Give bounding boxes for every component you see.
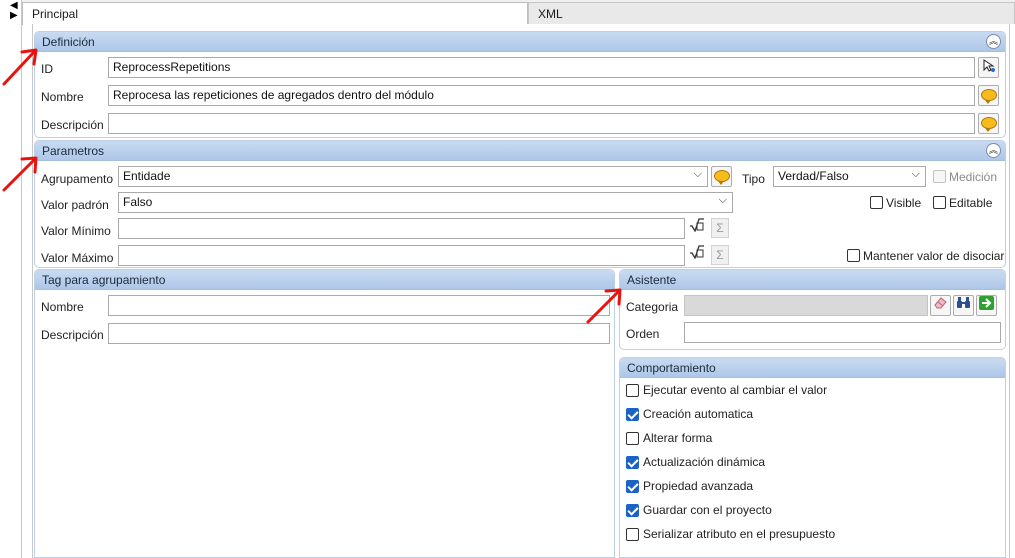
double-chevron-up-icon[interactable]: ︽ — [986, 34, 1001, 49]
guardar-proyecto-label: Guardar con el proyecto — [643, 503, 772, 517]
valor-padron-select[interactable]: Falso ⌵ — [118, 192, 733, 213]
alterar-forma-label: Alterar forma — [643, 431, 713, 445]
green-arrow-right-icon[interactable] — [976, 295, 997, 316]
square-root-icon[interactable] — [688, 245, 706, 265]
actualizacion-dinamica-checkbox[interactable] — [626, 456, 639, 469]
descripcion-label: Descripción — [41, 118, 104, 132]
comportamiento-title: Comportamiento — [627, 361, 716, 375]
tag-descripcion-field[interactable] — [108, 323, 610, 344]
comportamiento-group: Comportamiento Ejecutar evento al cambia… — [619, 357, 1006, 558]
mantener-label: Mantener valor de disociar — [863, 249, 1005, 263]
square-root-icon[interactable] — [688, 218, 706, 238]
propiedad-avanzada-checkbox[interactable] — [626, 480, 639, 493]
nombre-label: Nombre — [41, 90, 84, 104]
alterar-forma-checkbox[interactable] — [626, 432, 639, 445]
speech-bubble-icon[interactable] — [978, 85, 999, 106]
id-field[interactable]: ReprocessRepetitions — [108, 57, 975, 78]
tab-bar: Principal XML — [22, 0, 1015, 25]
creacion-automatica-checkbox[interactable] — [626, 408, 639, 421]
actualizacion-dinamica-label: Actualización dinámica — [643, 455, 766, 469]
speech-bubble-icon[interactable] — [711, 166, 732, 187]
guardar-proyecto-checkbox[interactable] — [626, 504, 639, 517]
tag-descripcion-label: Descripción — [41, 328, 104, 342]
visible-checkbox[interactable] — [870, 196, 883, 209]
editable-label: Editable — [949, 196, 993, 210]
tag-header: Tag para agrupamiento — [35, 270, 614, 290]
propiedad-avanzada-label: Propiedad avanzada — [643, 479, 754, 493]
creacion-automatica-label: Creación automatica — [643, 407, 754, 421]
main-panel: Definición ︽ ID ReprocessRepetitions Nom… — [32, 24, 1010, 558]
medicion-label: Medición — [949, 170, 998, 184]
double-chevron-up-icon[interactable]: ︽ — [986, 143, 1001, 158]
valor-minimo-field[interactable] — [118, 218, 685, 239]
ejecutar-evento-label: Ejecutar evento al cambiar el valor — [643, 383, 828, 397]
descripcion-field[interactable] — [108, 113, 975, 134]
orden-label: Orden — [626, 327, 660, 341]
sigma-icon[interactable]: Σ — [711, 245, 729, 265]
valor-padron-value: Falso — [123, 195, 153, 209]
tag-nombre-label: Nombre — [41, 300, 84, 314]
tipo-label: Tipo — [742, 172, 765, 186]
mantener-checkbox[interactable] — [847, 249, 860, 262]
parametros-header[interactable]: Parametros ︽ — [35, 141, 1005, 161]
tipo-value: Verdad/Falso — [778, 169, 849, 183]
arrow-right-icon[interactable]: ▶ — [10, 11, 18, 21]
tag-title: Tag para agrupamiento — [42, 273, 166, 287]
chevron-down-icon: ⌵ — [718, 194, 727, 206]
valor-maximo-field[interactable] — [118, 245, 685, 266]
valor-padron-label: Valor padrón — [41, 198, 109, 212]
tag-group: Tag para agrupamiento Nombre Descripción — [34, 269, 615, 558]
asistente-group: Asistente Categoria Orden — [619, 269, 1006, 350]
comportamiento-header: Comportamiento — [620, 358, 1005, 378]
speech-bubble-icon[interactable] — [978, 113, 999, 134]
parametros-group: Parametros ︽ Agrupamento Entidade ⌵ Tipo… — [34, 140, 1006, 268]
tipo-select[interactable]: Verdad/Falso ⌵ — [773, 166, 926, 187]
tab-xml[interactable]: XML — [528, 2, 1015, 24]
nombre-field[interactable]: Reprocesa las repeticiones de agregados … — [108, 85, 975, 106]
annotation-arrow — [2, 48, 38, 86]
tag-nombre-field[interactable] — [108, 295, 610, 316]
definicion-header[interactable]: Definición ︽ — [35, 32, 1005, 52]
cursor-pick-icon[interactable] — [978, 57, 999, 78]
definicion-group: Definición ︽ ID ReprocessRepetitions Nom… — [34, 31, 1006, 138]
editable-checkbox[interactable] — [933, 196, 946, 209]
annotation-arrow — [586, 288, 622, 324]
orden-field[interactable] — [684, 322, 1001, 343]
categoria-field[interactable] — [684, 295, 928, 316]
tab-principal[interactable]: Principal — [22, 2, 528, 25]
medicion-checkbox[interactable] — [933, 170, 946, 183]
sigma-icon[interactable]: Σ — [711, 218, 729, 238]
ejecutar-evento-checkbox[interactable] — [626, 384, 639, 397]
chevron-down-icon: ⌵ — [911, 168, 920, 180]
visible-label: Visible — [886, 196, 922, 210]
asistente-header: Asistente — [620, 270, 1005, 290]
binoculars-icon[interactable] — [953, 295, 974, 316]
annotation-arrow — [2, 156, 38, 192]
agrupamiento-select[interactable]: Entidade ⌵ — [118, 166, 708, 187]
valor-maximo-label: Valor Máximo — [41, 251, 114, 265]
eraser-icon[interactable] — [930, 295, 951, 316]
agrupamiento-value: Entidade — [123, 169, 171, 183]
valor-minimo-label: Valor Mínimo — [41, 224, 111, 238]
serializar-atributo-label: Serializar atributo en el presupuesto — [643, 527, 836, 541]
chevron-down-icon: ⌵ — [693, 168, 702, 180]
serializar-atributo-checkbox[interactable] — [626, 528, 639, 541]
